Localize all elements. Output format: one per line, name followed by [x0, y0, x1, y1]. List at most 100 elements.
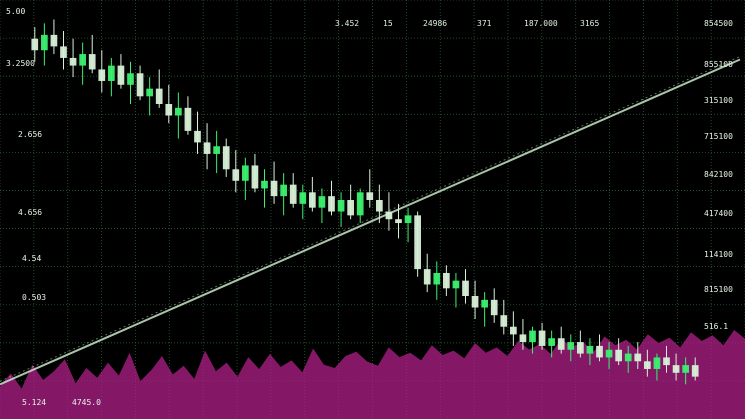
- candle-body: [462, 280, 469, 296]
- candle-body: [299, 192, 307, 204]
- candle-body: [404, 215, 412, 224]
- candle-body: [261, 180, 268, 189]
- right-tick-label: 855100: [704, 60, 733, 69]
- right-tick-label: 715100: [704, 132, 733, 141]
- candle-body: [280, 184, 287, 197]
- candle-body: [538, 330, 546, 346]
- candle-body: [136, 73, 144, 97]
- left-tick-label: 4.54: [22, 254, 41, 263]
- candle-body: [567, 342, 575, 350]
- candle-body: [50, 34, 58, 47]
- candle-body: [395, 219, 402, 224]
- candle-body: [31, 38, 39, 51]
- left-tick-label: 3.2500: [6, 59, 35, 68]
- candle-body: [529, 330, 536, 343]
- candlestick-chart: 3.452 15 24986 371 187.000 3165 5.00 3.2…: [0, 0, 745, 419]
- top-label: 187.000: [524, 19, 558, 28]
- candle-body: [289, 184, 297, 204]
- candle-body: [557, 338, 565, 350]
- candle-body: [634, 353, 642, 362]
- right-tick-label: 842100: [704, 170, 733, 179]
- candle-body: [318, 196, 326, 208]
- candle-body: [155, 88, 163, 104]
- volume-area-path: [0, 330, 745, 419]
- candle-body: [184, 107, 192, 131]
- candle-body: [69, 57, 77, 66]
- top-label: 24986: [423, 19, 447, 28]
- candle-body: [423, 269, 431, 285]
- left-tick-label: 0.503: [22, 293, 46, 302]
- candle-body: [577, 342, 584, 354]
- trend-line-noise: [0, 56, 741, 382]
- volume-area: [0, 330, 745, 419]
- top-label: 15: [383, 19, 393, 28]
- candle-body: [194, 130, 201, 143]
- candle-body: [682, 365, 689, 373]
- right-tick-label: 114100: [704, 250, 733, 259]
- candle-body: [376, 200, 383, 212]
- left-tick-label: 5.00: [6, 7, 25, 16]
- right-tick-label: 815100: [704, 285, 733, 294]
- right-axis: 854500 855100 315100 715100 842100 41740…: [704, 19, 733, 331]
- candle-body: [347, 200, 354, 216]
- candle-body: [471, 296, 479, 308]
- candle-body: [366, 192, 374, 200]
- candle-body: [98, 69, 106, 81]
- candle-body: [500, 315, 508, 327]
- trend-line: [0, 58, 741, 386]
- candle-body: [691, 365, 699, 377]
- left-axis: 5.00 3.2500 2.656 4.656 4.54 0.503: [6, 7, 46, 302]
- candle-body: [270, 180, 278, 197]
- candle-body: [519, 334, 527, 343]
- candle-body: [165, 104, 173, 116]
- left-tick-label: 4.656: [18, 208, 42, 217]
- chart-stage: 3.452 15 24986 371 187.000 3165 5.00 3.2…: [0, 0, 745, 419]
- candle-body: [251, 165, 259, 189]
- candle-body: [644, 361, 651, 369]
- candle-body: [443, 272, 450, 289]
- candle-body: [88, 54, 96, 70]
- candle-body: [127, 73, 134, 85]
- candle-body: [232, 169, 240, 181]
- candle-body: [356, 192, 364, 216]
- trend-line-group: [0, 56, 741, 386]
- candles-group: [31, 19, 699, 385]
- candle-body: [242, 165, 249, 181]
- candle-body: [108, 65, 115, 81]
- bottom-tick-label: 4745.0: [72, 398, 101, 407]
- candle-body: [452, 280, 460, 289]
- candle-body: [60, 46, 67, 58]
- top-label-group: 3.452 15 24986 371 187.000 3165: [335, 19, 599, 28]
- candle-body: [653, 357, 661, 369]
- candle-body: [586, 345, 594, 354]
- candle-body: [337, 200, 345, 212]
- candle-body: [385, 211, 393, 220]
- right-tick-label: 516.1: [704, 322, 728, 331]
- candle-body: [213, 146, 220, 154]
- candle-body: [605, 349, 613, 358]
- candle-body: [481, 299, 488, 308]
- candle-body: [203, 142, 211, 154]
- candle-body: [414, 215, 421, 270]
- right-tick-label: 315100: [704, 96, 733, 105]
- candle-body: [309, 192, 316, 208]
- bottom-tick-label: 5.124: [22, 398, 46, 407]
- candle-body: [41, 34, 48, 51]
- candle-body: [146, 88, 153, 97]
- top-label: 3.452: [335, 19, 359, 28]
- left-tick-label: 2.656: [18, 130, 42, 139]
- top-label: 3165: [580, 19, 599, 28]
- candle-body: [222, 146, 230, 170]
- candle-body: [672, 365, 680, 373]
- candle-body: [117, 65, 125, 85]
- top-label: 371: [477, 19, 492, 28]
- candle-body: [175, 107, 182, 116]
- candle-body: [548, 338, 555, 346]
- candle-body: [510, 326, 517, 335]
- right-tick-label: 854500: [704, 19, 733, 28]
- candle-body: [490, 299, 498, 316]
- candle-body: [433, 272, 441, 285]
- right-tick-label: 417400: [704, 209, 733, 218]
- candle-body: [624, 353, 632, 362]
- candle-body: [328, 196, 335, 212]
